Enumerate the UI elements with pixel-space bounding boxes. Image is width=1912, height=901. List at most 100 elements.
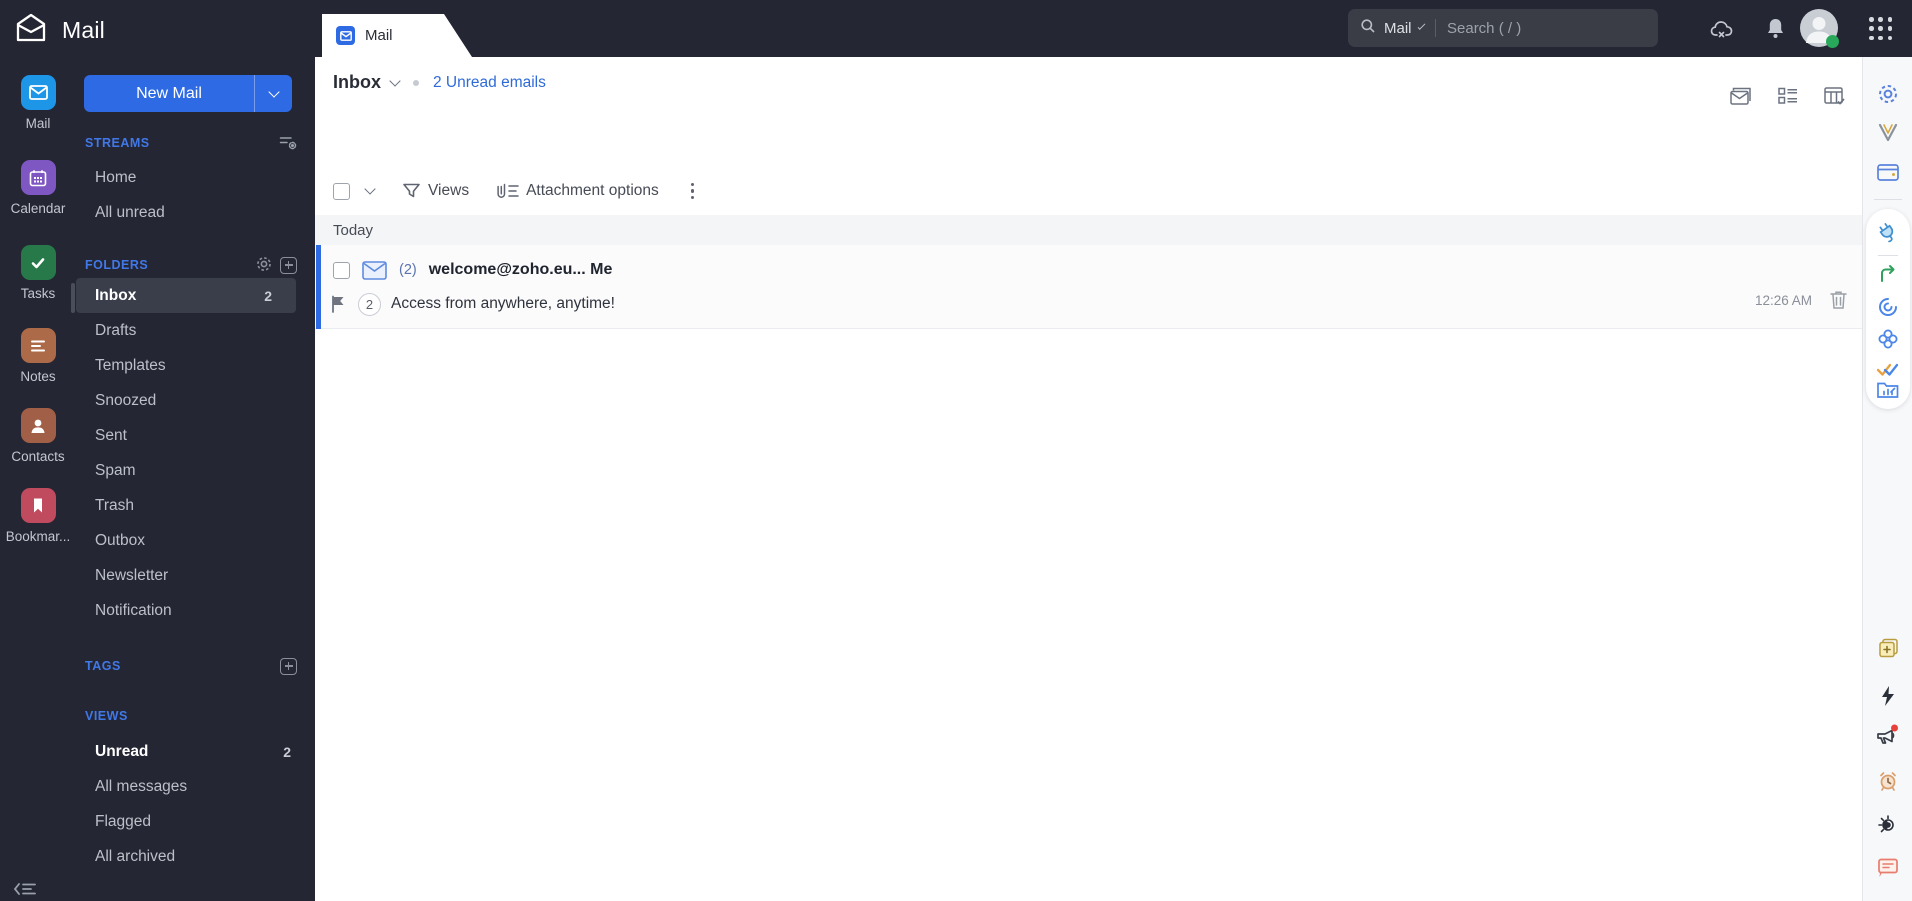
rail-label: Bookmar... (5, 529, 71, 544)
folder-chart-icon[interactable] (1866, 379, 1910, 401)
user-avatar[interactable] (1800, 9, 1839, 48)
sidebar-item-label: All messages (95, 777, 188, 795)
add-folder-icon[interactable] (280, 256, 297, 274)
rail-label: Mail (25, 116, 51, 131)
rail-item-calendar[interactable]: Calendar (0, 160, 76, 216)
settings-gear-icon[interactable] (1863, 82, 1912, 106)
sidebar-item-label: Flagged (95, 812, 152, 830)
rail-label: Notes (20, 369, 56, 384)
divider (1878, 255, 1898, 256)
sidebar-item-all-archived[interactable]: All archived (76, 839, 315, 874)
email-checkbox[interactable] (333, 261, 350, 279)
integrations-plug-icon[interactable] (1866, 221, 1910, 245)
list-view-icon[interactable] (1777, 85, 1799, 112)
add-note-icon[interactable] (1863, 637, 1912, 660)
email-row[interactable]: (2) welcome@zoho.eu... Me 2 Access from … (315, 245, 1862, 329)
streams-settings-icon[interactable] (279, 135, 297, 151)
sidebar-item-drafts[interactable]: Drafts (76, 313, 315, 348)
sidebar-item-all-unread[interactable]: All unread (76, 195, 315, 230)
sidebar-item-label: Templates (95, 356, 166, 374)
green-redirect-icon[interactable] (1866, 263, 1910, 285)
search-scope-select[interactable]: Mail (1384, 20, 1412, 37)
attachment-options-label: Attachment options (526, 182, 659, 199)
more-options-icon[interactable] (690, 182, 695, 200)
folder-chevron-icon[interactable] (389, 74, 401, 87)
column-view-icon[interactable] (1823, 85, 1846, 112)
sidebar-item-label: Snoozed (95, 391, 157, 409)
apps-grid-icon[interactable] (1869, 17, 1893, 41)
views-filter-button[interactable]: Views (402, 182, 469, 200)
rail-item-contacts[interactable]: Contacts (0, 408, 76, 464)
sidebar-item-notification[interactable]: Notification (76, 593, 315, 628)
cloud-sync-icon[interactable] (1705, 0, 1741, 57)
unread-view-count: 2 (283, 743, 291, 760)
section-views: VIEWS (76, 703, 315, 729)
wallet-icon[interactable] (1863, 161, 1912, 183)
announcements-megaphone-icon[interactable] (1863, 722, 1912, 748)
email-subject: Access from anywhere, anytime! (391, 295, 615, 312)
sidebar-item-templates[interactable]: Templates (76, 348, 315, 383)
message-preview-toggle-icon[interactable] (1729, 85, 1753, 112)
select-all-checkbox[interactable] (333, 182, 350, 200)
section-folders: FOLDERS (76, 252, 315, 278)
sidebar-item-flagged[interactable]: Flagged (76, 804, 315, 839)
new-mail-button[interactable]: New Mail (84, 75, 292, 112)
new-mail-label[interactable]: New Mail (84, 75, 255, 112)
divider (1874, 199, 1902, 200)
app-logo[interactable]: Mail (14, 12, 105, 49)
search-bar[interactable]: Mail (1348, 9, 1658, 47)
clover-knot-icon[interactable] (1866, 328, 1910, 350)
rail-scrollbar-thumb[interactable] (71, 283, 75, 313)
thread-count-badge: 2 (358, 292, 381, 316)
email-time: 12:26 AM (1754, 293, 1812, 308)
rail-label: Calendar (10, 201, 66, 216)
double-check-icon[interactable] (1866, 359, 1910, 379)
status-online-dot (1826, 35, 1839, 48)
dot-separator (413, 79, 419, 86)
select-dropdown-chevron-icon[interactable] (364, 183, 376, 195)
chevron-down-icon (1417, 22, 1426, 30)
delete-email-icon[interactable] (1829, 289, 1848, 315)
new-mail-dropdown[interactable] (255, 75, 292, 112)
current-folder-title[interactable]: Inbox (333, 72, 381, 93)
v-clip-icon[interactable] (1863, 120, 1912, 144)
rail-item-tasks[interactable]: Tasks (0, 245, 76, 301)
sidebar-item-spam[interactable]: Spam (76, 453, 315, 488)
sidebar-item-outbox[interactable]: Outbox (76, 523, 315, 558)
section-folders-title: FOLDERS (85, 258, 149, 272)
feedback-chat-icon[interactable] (1863, 857, 1912, 879)
unread-emails-link[interactable]: 2 Unread emails (433, 74, 546, 92)
sidebar-item-inbox[interactable]: Inbox 2 (76, 278, 296, 313)
rail-item-bookmarks[interactable]: Bookmar... (0, 488, 76, 544)
attachment-icon (497, 183, 519, 198)
notifications-bell-icon[interactable] (1757, 0, 1793, 57)
rail-item-notes[interactable]: Notes (0, 328, 76, 384)
section-streams: STREAMS (76, 130, 315, 156)
sidebar-item-label: All unread (95, 203, 165, 221)
folders-settings-gear-icon[interactable] (255, 255, 273, 276)
link-swirl-icon[interactable] (1866, 296, 1910, 318)
mail-list-pane: Inbox 2 Unread emails Views Attachment o… (315, 57, 1862, 901)
sidebar-item-label: All archived (95, 847, 176, 865)
search-input[interactable] (1447, 19, 1646, 37)
collapse-sidebar-icon[interactable] (13, 880, 37, 901)
rail-item-mail[interactable]: Mail (0, 75, 76, 131)
mail-tab-icon (336, 26, 355, 45)
sidebar-item-trash[interactable]: Trash (76, 488, 315, 523)
alarm-clock-icon[interactable] (1863, 769, 1912, 793)
tab-mail[interactable]: Mail (322, 14, 472, 57)
sidebar-item-label: Notification (95, 601, 172, 619)
sidebar-item-home[interactable]: Home (76, 160, 315, 195)
lightning-bolt-icon[interactable] (1863, 685, 1912, 707)
sidebar-item-unread[interactable]: Unread 2 (76, 734, 315, 769)
sidebar-item-snoozed[interactable]: Snoozed (76, 383, 315, 418)
sidebar-item-all-messages[interactable]: All messages (76, 769, 315, 804)
sidebar-item-sent[interactable]: Sent (76, 418, 315, 453)
sidebar-item-label: Spam (95, 461, 136, 479)
sidebar-item-newsletter[interactable]: Newsletter (76, 558, 315, 593)
dark-mode-toggle-icon[interactable] (1863, 813, 1912, 837)
attachment-options-button[interactable]: Attachment options (497, 182, 659, 201)
flag-icon[interactable] (328, 294, 348, 314)
sidebar-item-label: Newsletter (95, 566, 169, 584)
add-tag-icon[interactable] (280, 657, 297, 675)
